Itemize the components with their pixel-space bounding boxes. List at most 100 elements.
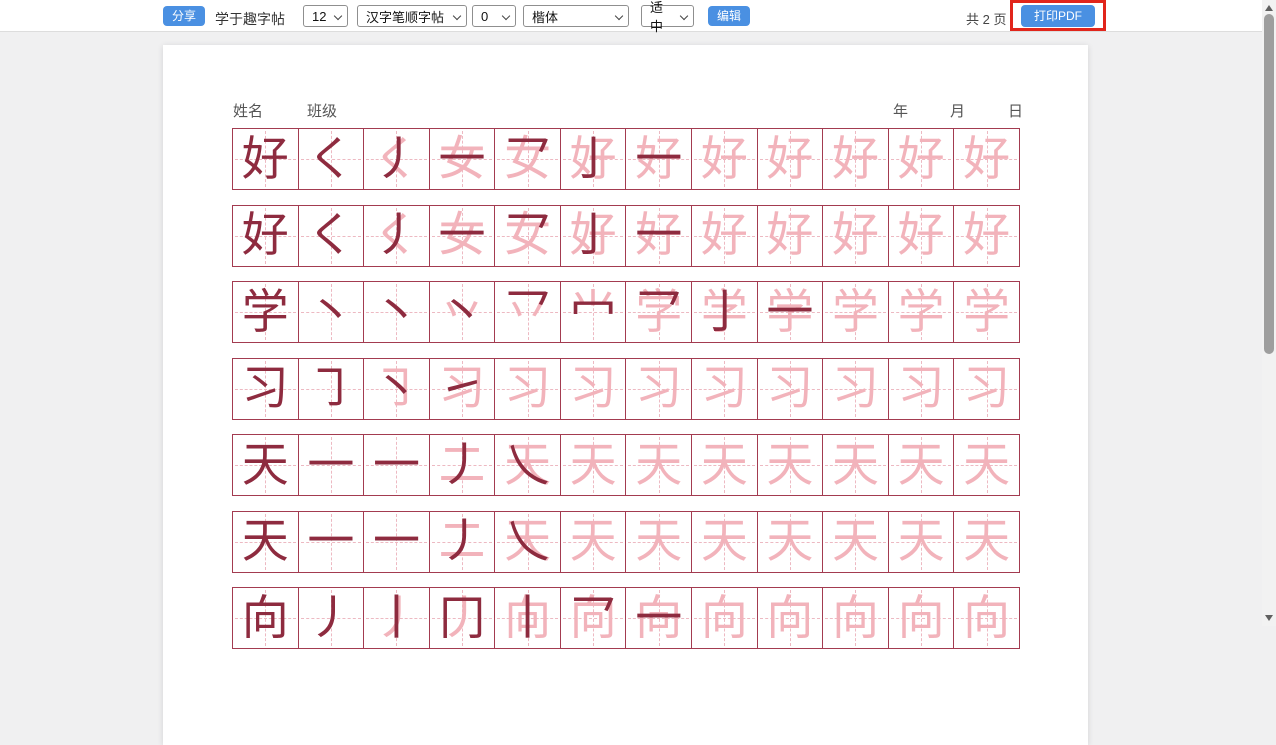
practice-row: 向丿丿丨丿冂向丨向乛向一向向向向向 <box>232 587 1020 649</box>
template-select[interactable]: 汉字笔顺字帖 <box>357 5 467 27</box>
edit-button[interactable]: 编辑 <box>708 6 750 26</box>
grid-cell: 天乀 <box>495 512 561 572</box>
scroll-down-arrow-icon[interactable] <box>1265 615 1273 621</box>
share-button[interactable]: 分享 <box>163 6 205 26</box>
grid-cell: 好 <box>758 206 824 266</box>
grid-cell: 习 <box>954 359 1019 419</box>
toolbar: 分享 学于趣字帖 12 汉字笔顺字帖 0 楷体 适中 编辑 共 2 页 打印PD… <box>0 0 1262 32</box>
grid-cell: 好 <box>889 129 955 189</box>
trace-character: 天 <box>954 435 1019 495</box>
trace-character: 学 <box>954 282 1019 342</box>
stroke-character: 乛 <box>495 282 560 342</box>
chevron-down-icon <box>615 12 623 20</box>
stroke-character: 冖 <box>561 282 626 342</box>
grid-cell: 好 <box>692 206 758 266</box>
trace-character: 天 <box>823 435 888 495</box>
page-count-label: 共 2 页 <box>966 9 1006 28</box>
stroke-character: 亅 <box>561 129 626 189</box>
font-family-select[interactable]: 楷体 <box>523 5 629 27</box>
grid-cell: 习 <box>823 359 889 419</box>
trace-character: 天 <box>889 512 954 572</box>
grid-cell: 好 <box>823 206 889 266</box>
grid-cell: 一一 <box>364 435 430 495</box>
font-size-value: 12 <box>312 9 326 24</box>
font-size-select[interactable]: 12 <box>303 5 348 27</box>
grid-cell: 天 <box>889 512 955 572</box>
scrollbar-thumb[interactable] <box>1264 14 1274 354</box>
day-label: 日 <box>1008 100 1023 121</box>
trace-character: 习 <box>495 359 560 419</box>
trace-character: 习 <box>758 359 823 419</box>
grid-cell: 好亅 <box>561 206 627 266</box>
grid-cell: ⺌冖 <box>561 282 627 342</box>
sheet-header: 姓名 班级 年 月 日 <box>163 100 1088 120</box>
grid-cell: 向乛 <box>561 588 627 648</box>
practice-row: 习㇆㇆丶习㇀习习习习习习习习 <box>232 358 1020 420</box>
grid-cell: く <box>299 206 365 266</box>
grid-cell: 天 <box>626 435 692 495</box>
trace-character: 习 <box>889 359 954 419</box>
grid-cell: 天 <box>626 512 692 572</box>
trace-character: 好 <box>889 129 954 189</box>
grid-cell: 天 <box>233 435 299 495</box>
trace-character: 好 <box>692 129 757 189</box>
scroll-up-arrow-icon[interactable] <box>1265 5 1273 11</box>
stroke-character: 好 <box>233 129 298 189</box>
stroke-character: く <box>299 206 364 266</box>
grid-cell: 向 <box>758 588 824 648</box>
grid-cell: 好 <box>692 129 758 189</box>
trace-character: 天 <box>758 512 823 572</box>
grid-cell: く <box>299 129 365 189</box>
grid-cell: 向 <box>954 588 1019 648</box>
name-label: 姓名 <box>233 100 263 121</box>
site-title: 学于趣字帖 <box>215 9 285 29</box>
grid-cell: 天 <box>692 512 758 572</box>
vertical-scrollbar[interactable] <box>1262 0 1276 626</box>
density-select[interactable]: 适中 <box>641 5 694 27</box>
trace-character: 天 <box>626 512 691 572</box>
grid-cell: 丿 <box>299 588 365 648</box>
grid-cell: 好 <box>954 129 1019 189</box>
stroke-character: 好 <box>233 206 298 266</box>
grid-cell: 天 <box>758 512 824 572</box>
stroke-character: 丿 <box>299 588 364 648</box>
grid-cell: 向丨 <box>495 588 561 648</box>
stroke-character: 丶 <box>430 282 495 342</box>
grid-cell: 天 <box>889 435 955 495</box>
trace-character: 天 <box>626 435 691 495</box>
grid-cell: 一一 <box>364 512 430 572</box>
grid-cell: 好 <box>233 206 299 266</box>
grid-cell: 好 <box>758 129 824 189</box>
trace-character: 习 <box>561 359 626 419</box>
grid-cell: 学乛 <box>626 282 692 342</box>
trace-character: 好 <box>823 129 888 189</box>
grid-cell: 向一 <box>626 588 692 648</box>
grid-cell: 丿冂 <box>430 588 496 648</box>
trace-character: 好 <box>954 206 1019 266</box>
offset-select[interactable]: 0 <box>472 5 516 27</box>
print-pdf-button[interactable]: 打印PDF <box>1021 5 1095 27</box>
grid-cell: 好 <box>954 206 1019 266</box>
grid-cell: 向 <box>889 588 955 648</box>
grid-cell: 学一 <box>758 282 824 342</box>
grid-cell: 女一 <box>430 129 496 189</box>
grid-cell: 丷丶 <box>430 282 496 342</box>
stroke-character: 一 <box>299 512 364 572</box>
stroke-character: 一 <box>758 282 823 342</box>
grid-cell: 习 <box>889 359 955 419</box>
grid-cell: く丿 <box>364 129 430 189</box>
stroke-character: 亅 <box>561 206 626 266</box>
class-label: 班级 <box>307 100 337 121</box>
stroke-character: 丿 <box>430 435 495 495</box>
chevron-down-icon <box>453 12 461 20</box>
stroke-character: 丿 <box>364 206 429 266</box>
density-value: 适中 <box>650 0 673 35</box>
grid-cell: ㇆ <box>299 359 365 419</box>
stroke-character: 丶 <box>299 282 364 342</box>
grid-cell: 天 <box>561 512 627 572</box>
grid-cell: 天 <box>954 435 1019 495</box>
stroke-character: 丿 <box>364 129 429 189</box>
grid-cell: 学 <box>823 282 889 342</box>
trace-character: 天 <box>758 435 823 495</box>
offset-value: 0 <box>481 9 488 24</box>
